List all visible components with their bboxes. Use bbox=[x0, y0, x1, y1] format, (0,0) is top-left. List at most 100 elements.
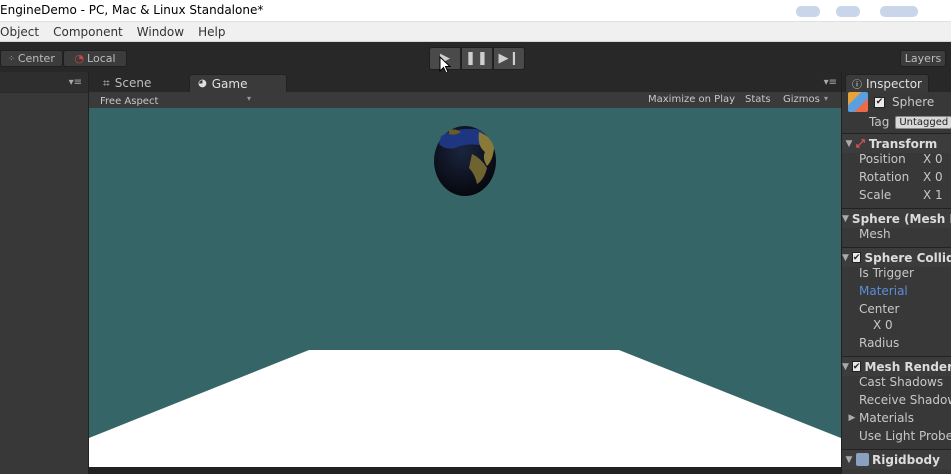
tag-label: Tag bbox=[869, 115, 890, 129]
expand-triangle-icon: ▼ bbox=[842, 213, 849, 224]
transform-title: Transform bbox=[868, 136, 938, 151]
layers-label: Layers bbox=[904, 52, 942, 65]
menu-object[interactable]: Object bbox=[0, 25, 46, 39]
layers-dropdown[interactable]: Layers bbox=[900, 50, 946, 67]
stats-toggle[interactable]: Stats bbox=[745, 94, 771, 105]
tab-inspector-label: Inspector bbox=[866, 76, 922, 91]
object-name-field[interactable]: Sphere bbox=[892, 95, 934, 109]
rigidbody-icon bbox=[856, 453, 869, 466]
position-x-field[interactable]: X 0 bbox=[923, 152, 943, 166]
object-header: ✔ Sphere bbox=[842, 92, 951, 112]
scale-row: Scale X 1 bbox=[842, 186, 951, 204]
panel-menu-icon[interactable]: ▾≡ bbox=[69, 77, 82, 88]
game-render bbox=[89, 126, 841, 467]
menu-component[interactable]: Component bbox=[53, 25, 130, 39]
mesh-row: Mesh bbox=[842, 225, 951, 243]
material-label: Material bbox=[859, 284, 908, 298]
tab-game[interactable]: ◕ Game bbox=[189, 74, 287, 92]
rotation-label: Rotation bbox=[859, 170, 910, 184]
hierarchy-panel: ▾≡ bbox=[0, 72, 89, 474]
center-label: Center bbox=[859, 302, 900, 316]
gizmos-dropdown[interactable]: Gizmos bbox=[783, 94, 820, 105]
cast-shadows-label: Cast Shadows bbox=[859, 375, 944, 389]
position-label: Position bbox=[859, 152, 906, 166]
rigidbody-header[interactable]: ▼ Rigidbody bbox=[842, 449, 951, 469]
tab-inspector[interactable]: ⓘ Inspector bbox=[845, 74, 929, 92]
scene-grid-icon: ⌗ bbox=[103, 75, 110, 90]
expand-triangle-icon: ▼ bbox=[842, 252, 849, 263]
position-row: Position X 0 bbox=[842, 150, 951, 168]
main-toolbar: ⁘ Center ◔ Local ▶ ❚❚ ▶❙ Layers bbox=[0, 42, 951, 74]
window-title: EngineDemo - PC, Mac & Linux Standalone* bbox=[0, 3, 264, 17]
panel-menu-icon[interactable]: ▾≡ bbox=[824, 77, 837, 88]
window-titlebar: EngineDemo - PC, Mac & Linux Standalone* bbox=[0, 0, 951, 22]
receive-shadows-label: Receive Shadows bbox=[859, 393, 951, 407]
pivot-center-button[interactable]: ⁘ Center bbox=[0, 50, 63, 67]
active-checkbox[interactable]: ✔ bbox=[874, 96, 885, 108]
collider-title: Sphere Collider bbox=[864, 250, 951, 265]
aspect-chevron-down-icon: ▾ bbox=[247, 94, 252, 103]
tab-scene-label: Scene bbox=[114, 76, 152, 90]
pause-button[interactable]: ❚❚ bbox=[461, 47, 493, 70]
mesh-filter-title: Sphere (Mesh Filter) bbox=[851, 211, 951, 226]
scale-label: Scale bbox=[859, 188, 892, 202]
viewport-bottom-edge bbox=[89, 467, 841, 474]
step-button[interactable]: ▶❙ bbox=[493, 47, 525, 70]
gizmos-chevron-down-icon: ▾ bbox=[824, 94, 829, 103]
tab-game-label: Game bbox=[211, 76, 248, 91]
expand-triangle-icon: ▼ bbox=[845, 454, 853, 465]
is-trigger-label: Is Trigger bbox=[859, 266, 914, 280]
renderer-enabled-checkbox[interactable]: ✔ bbox=[851, 361, 862, 372]
pivot-local-label: Local bbox=[87, 52, 116, 65]
info-icon: ⓘ bbox=[852, 80, 862, 91]
mesh-renderer-title: Mesh Renderer bbox=[864, 359, 951, 374]
pivot-icon: ⁘ bbox=[8, 54, 15, 63]
center-x-field[interactable]: X 0 bbox=[873, 318, 893, 332]
rigidbody-title: Rigidbody bbox=[872, 452, 940, 467]
inspector-panel: ⓘ Inspector ✔ Sphere Tag Untagged ▼ ⤢ Tr… bbox=[841, 72, 951, 474]
materials-label: Materials bbox=[859, 411, 915, 425]
use-light-probes-label: Use Light Probes bbox=[859, 429, 951, 443]
is-trigger-row: Is Trigger bbox=[842, 264, 951, 282]
tag-row: Tag Untagged bbox=[842, 113, 951, 131]
game-viewport[interactable] bbox=[89, 108, 841, 467]
minimize-button[interactable] bbox=[796, 6, 820, 17]
pause-icon: ❚❚ bbox=[465, 51, 489, 66]
menu-window[interactable]: Window bbox=[137, 25, 191, 39]
maximize-on-play-toggle[interactable]: Maximize on Play bbox=[648, 94, 735, 105]
mesh-label: Mesh bbox=[859, 227, 891, 241]
inspector-tabrow: ⓘ Inspector bbox=[842, 72, 951, 92]
gameobject-cube-icon bbox=[848, 92, 868, 112]
menu-bar: Object Component Window Help bbox=[0, 22, 951, 42]
tag-dropdown[interactable]: Untagged bbox=[895, 115, 951, 129]
close-button[interactable] bbox=[880, 6, 918, 17]
material-row: Material bbox=[842, 282, 951, 300]
aspect-label: Free Aspect bbox=[100, 96, 159, 107]
game-pacman-icon: ◕ bbox=[198, 78, 207, 89]
pivot-center-label: Center bbox=[17, 52, 55, 65]
materials-row[interactable]: ▶ Materials bbox=[842, 409, 951, 427]
radius-row: Radius bbox=[842, 334, 951, 352]
radius-label: Radius bbox=[859, 336, 900, 350]
step-icon: ▶❙ bbox=[498, 51, 520, 66]
hierarchy-header: ▾≡ bbox=[0, 72, 88, 93]
expand-triangle-right-icon: ▶ bbox=[848, 413, 856, 423]
transform-axes-icon: ⤢ bbox=[856, 136, 865, 150]
center-x-row: X 0 bbox=[842, 316, 951, 334]
pivot-local-button[interactable]: ◔ Local bbox=[63, 50, 127, 67]
view-tabs: ⌗ Scene ◕ Game ▾≡ bbox=[89, 72, 841, 92]
tab-scene[interactable]: ⌗ Scene bbox=[95, 74, 159, 92]
rotation-row: Rotation X 0 bbox=[842, 168, 951, 186]
menu-help[interactable]: Help bbox=[198, 25, 232, 39]
collider-enabled-checkbox[interactable]: ✔ bbox=[851, 252, 862, 263]
earth-sphere bbox=[434, 126, 496, 196]
rotation-x-field[interactable]: X 0 bbox=[923, 170, 943, 184]
use-light-probes-row: Use Light Probes bbox=[842, 427, 951, 445]
floor-plane bbox=[89, 350, 841, 467]
scale-x-field[interactable]: X 1 bbox=[923, 188, 943, 202]
game-view-toolbar: Free Aspect ▾ Maximize on Play Stats Giz… bbox=[89, 92, 841, 108]
maximize-button[interactable] bbox=[836, 6, 860, 17]
receive-shadows-row: Receive Shadows bbox=[842, 391, 951, 409]
cast-shadows-row: Cast Shadows bbox=[842, 373, 951, 391]
expand-triangle-icon: ▼ bbox=[845, 138, 853, 149]
